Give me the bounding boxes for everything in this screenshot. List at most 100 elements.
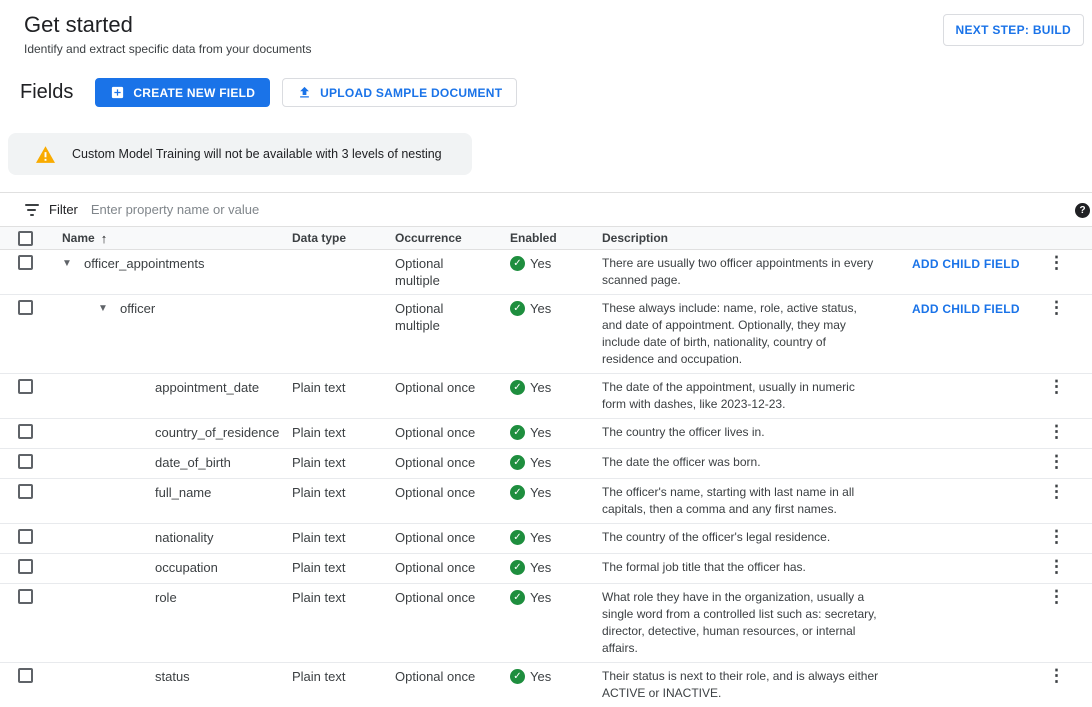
field-occurrence: Optional once <box>395 419 510 446</box>
fields-toolbar: Fields CREATE NEW FIELD UPLOAD SAMPLE DO… <box>20 78 1092 107</box>
fields-section-title: Fields <box>20 81 73 104</box>
field-description: The country of the officer's legal resid… <box>602 524 888 551</box>
field-name: date_of_birth <box>155 454 231 471</box>
field-description: Their status is next to their role, and … <box>602 663 888 707</box>
chevron-down-icon[interactable]: ▼ <box>62 255 84 272</box>
filter-icon <box>24 204 39 216</box>
kebab-menu-icon[interactable]: ⋮ <box>1048 666 1065 685</box>
field-data-type: Plain text <box>292 524 395 551</box>
create-new-field-button[interactable]: CREATE NEW FIELD <box>95 78 270 107</box>
column-header-occurrence[interactable]: Occurrence <box>395 227 510 249</box>
field-name: nationality <box>155 529 214 546</box>
chevron-down-icon[interactable]: ▼ <box>98 300 120 317</box>
sort-ascending-icon[interactable]: ↑ <box>101 230 108 247</box>
field-name: occupation <box>155 559 218 576</box>
field-name: appointment_date <box>155 379 259 396</box>
table-body: ▼officer_appointmentsOptional multiple✓Y… <box>0 250 1092 707</box>
column-header-data-type[interactable]: Data type <box>292 227 395 249</box>
column-header-enabled[interactable]: Enabled <box>510 227 602 249</box>
kebab-menu-icon[interactable]: ⋮ <box>1048 557 1065 576</box>
upload-icon <box>297 85 312 100</box>
field-name: full_name <box>155 484 211 501</box>
enabled-label: Yes <box>530 559 551 576</box>
kebab-menu-icon[interactable]: ⋮ <box>1048 377 1065 396</box>
table-row: ▼officerOptional multiple✓YesThese alway… <box>0 295 1092 374</box>
field-occurrence: Optional once <box>395 449 510 476</box>
add-box-icon <box>110 85 125 100</box>
field-data-type: Plain text <box>292 449 395 476</box>
field-occurrence: Optional once <box>395 663 510 690</box>
field-name: officer_appointments <box>84 255 204 272</box>
field-occurrence: Optional once <box>395 479 510 506</box>
kebab-menu-icon[interactable]: ⋮ <box>1048 422 1065 441</box>
kebab-menu-icon[interactable]: ⋮ <box>1048 452 1065 471</box>
field-description: These always include: name, role, active… <box>602 295 888 373</box>
row-checkbox[interactable] <box>18 529 33 544</box>
enabled-check-icon: ✓ <box>510 256 525 271</box>
table-row: rolePlain textOptional once✓YesWhat role… <box>0 584 1092 663</box>
field-data-type: Plain text <box>292 663 395 690</box>
row-checkbox[interactable] <box>18 559 33 574</box>
kebab-menu-icon[interactable]: ⋮ <box>1048 587 1065 606</box>
row-checkbox[interactable] <box>18 589 33 604</box>
kebab-menu-icon[interactable]: ⋮ <box>1048 298 1065 317</box>
table-row: statusPlain textOptional once✓YesTheir s… <box>0 663 1092 707</box>
upload-sample-document-button[interactable]: UPLOAD SAMPLE DOCUMENT <box>282 78 517 107</box>
filter-input[interactable] <box>91 202 731 217</box>
kebab-menu-icon[interactable]: ⋮ <box>1048 253 1065 272</box>
warning-message: Custom Model Training will not be availa… <box>72 147 442 161</box>
field-name: country_of_residence <box>155 424 279 441</box>
table-row: occupationPlain textOptional once✓YesThe… <box>0 554 1092 584</box>
field-description: The formal job title that the officer ha… <box>602 554 888 581</box>
enabled-label: Yes <box>530 424 551 441</box>
enabled-label: Yes <box>530 484 551 501</box>
app-window: Get started Identify and extract specifi… <box>0 0 1092 707</box>
field-name: status <box>155 668 190 685</box>
field-description: What role they have in the organization,… <box>602 584 888 662</box>
field-occurrence: Optional once <box>395 584 510 611</box>
field-occurrence: Optional once <box>395 374 510 401</box>
kebab-menu-icon[interactable]: ⋮ <box>1048 527 1065 546</box>
enabled-check-icon: ✓ <box>510 485 525 500</box>
table-row: full_namePlain textOptional once✓YesThe … <box>0 479 1092 524</box>
row-checkbox[interactable] <box>18 424 33 439</box>
field-description: The date the officer was born. <box>602 449 888 476</box>
page-header-text: Get started Identify and extract specifi… <box>24 12 311 56</box>
select-all-checkbox[interactable] <box>18 231 33 246</box>
field-description: There are usually two officer appointmen… <box>602 250 888 294</box>
row-checkbox[interactable] <box>18 255 33 270</box>
enabled-label: Yes <box>530 529 551 546</box>
enabled-label: Yes <box>530 300 551 317</box>
table-row: appointment_datePlain textOptional once✓… <box>0 374 1092 419</box>
field-occurrence: Optional once <box>395 524 510 551</box>
field-data-type: Plain text <box>292 419 395 446</box>
warning-triangle-icon <box>36 146 55 163</box>
filter-bar: Filter ? <box>0 192 1092 226</box>
add-child-field-button[interactable]: ADD CHILD FIELD <box>912 302 1020 316</box>
row-checkbox[interactable] <box>18 379 33 394</box>
row-checkbox[interactable] <box>18 454 33 469</box>
enabled-check-icon: ✓ <box>510 425 525 440</box>
row-checkbox[interactable] <box>18 668 33 683</box>
warning-banner: Custom Model Training will not be availa… <box>8 133 472 175</box>
field-description: The officer's name, starting with last n… <box>602 479 888 523</box>
column-header-description[interactable]: Description <box>602 227 888 249</box>
column-header-name[interactable]: Name <box>62 230 95 247</box>
enabled-check-icon: ✓ <box>510 530 525 545</box>
enabled-label: Yes <box>530 379 551 396</box>
row-checkbox[interactable] <box>18 300 33 315</box>
enabled-check-icon: ✓ <box>510 669 525 684</box>
enabled-label: Yes <box>530 589 551 606</box>
kebab-menu-icon[interactable]: ⋮ <box>1048 482 1065 501</box>
help-icon[interactable]: ? <box>1075 203 1090 218</box>
enabled-check-icon: ✓ <box>510 380 525 395</box>
field-occurrence: Optional multiple <box>395 250 510 294</box>
next-step-build-button[interactable]: NEXT STEP: BUILD <box>943 14 1084 46</box>
field-occurrence: Optional once <box>395 554 510 581</box>
page-subtitle: Identify and extract specific data from … <box>24 42 311 56</box>
field-occurrence: Optional multiple <box>395 295 510 339</box>
row-checkbox[interactable] <box>18 484 33 499</box>
add-child-field-button[interactable]: ADD CHILD FIELD <box>912 257 1020 271</box>
field-description: The country the officer lives in. <box>602 419 888 446</box>
enabled-check-icon: ✓ <box>510 455 525 470</box>
